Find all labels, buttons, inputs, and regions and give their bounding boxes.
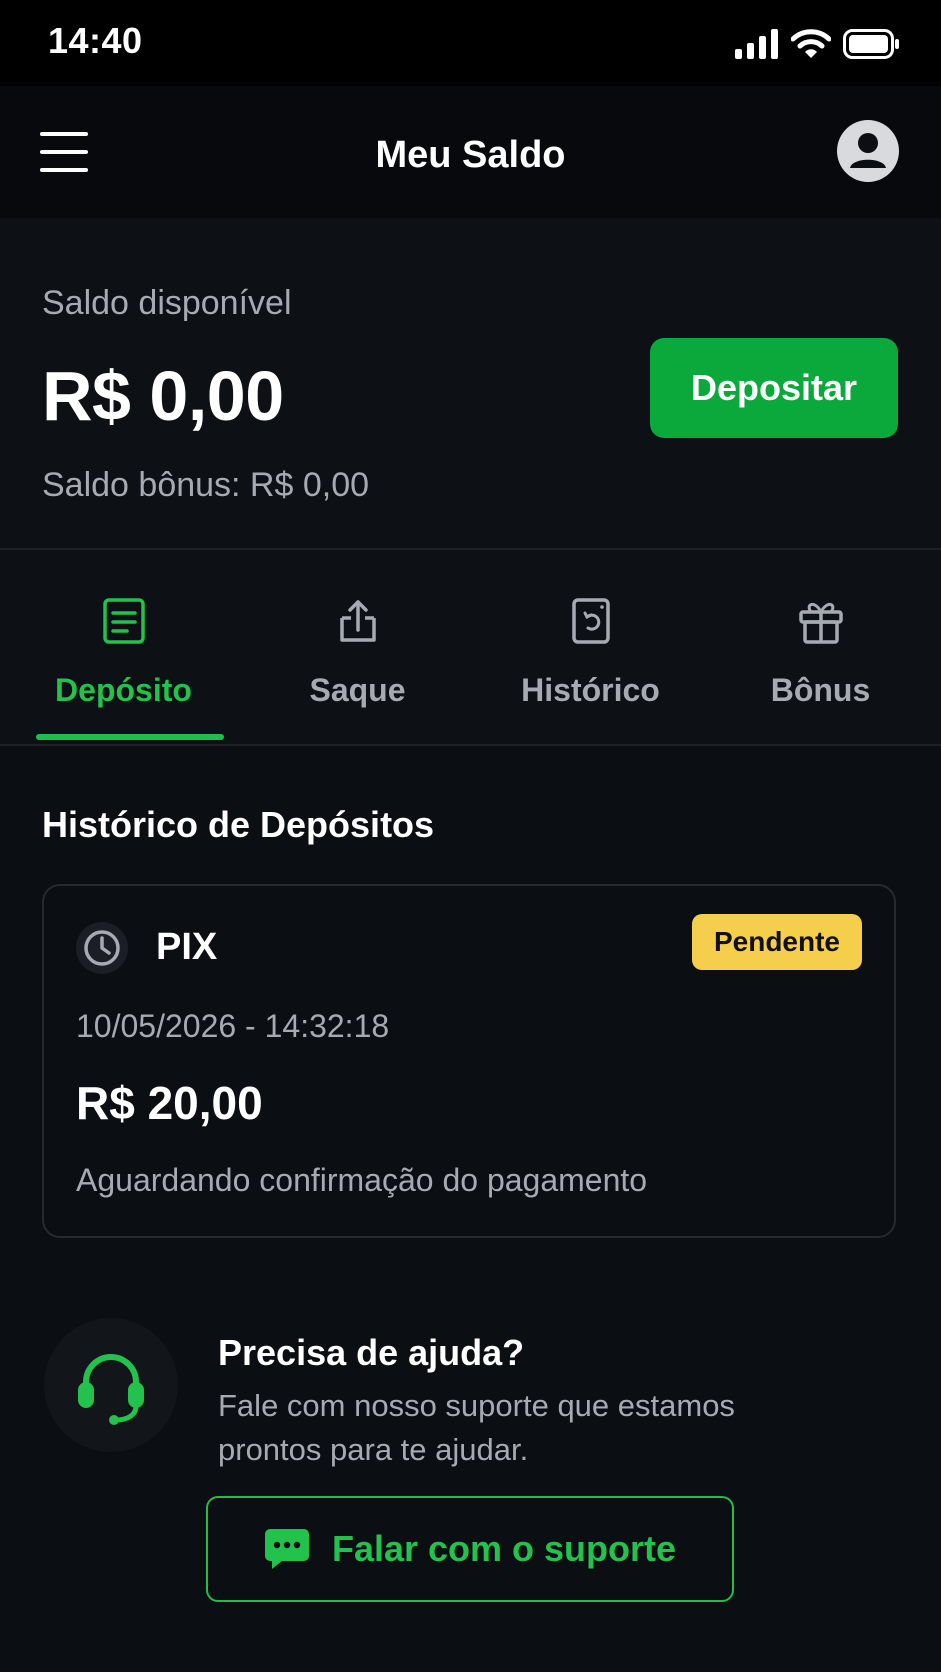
- tab-bar: Depósito Saque Histórico Bônus: [0, 550, 941, 746]
- history-doc-icon: [571, 598, 610, 644]
- app-bar: Meu Saldo: [0, 86, 941, 218]
- tab-deposito[interactable]: Depósito: [6, 550, 241, 744]
- balance-label: Saldo disponível: [42, 284, 292, 322]
- deposit-datetime: 10/05/2026 - 14:32:18: [76, 1008, 390, 1044]
- bonus-balance: Saldo bônus: R$ 0,00: [42, 466, 370, 504]
- tab-label: Saque: [309, 672, 406, 708]
- support-button[interactable]: Falar com o suporte: [206, 1496, 734, 1602]
- wifi-icon: [791, 29, 831, 58]
- signal-icon: [735, 29, 778, 59]
- status-bar: 14:40: [0, 0, 941, 86]
- balance-value: R$ 0,00: [42, 357, 284, 435]
- clock-icon: [76, 922, 128, 974]
- chat-icon: [264, 1529, 309, 1569]
- headset-icon: [44, 1318, 178, 1452]
- tab-bonus[interactable]: Bônus: [703, 550, 938, 744]
- deposit-card[interactable]: PIX Pendente 10/05/2026 - 14:32:18 R$ 20…: [42, 884, 896, 1238]
- deposit-amount: R$ 20,00: [76, 1077, 263, 1129]
- status-time: 14:40: [48, 20, 143, 61]
- tab-historico[interactable]: Histórico: [473, 550, 708, 744]
- help-title: Precisa de ajuda?: [218, 1332, 525, 1373]
- receipt-icon: [102, 598, 145, 644]
- gift-icon: [798, 603, 843, 644]
- help-text: Fale com nosso suporte que estamos pront…: [218, 1388, 735, 1467]
- active-tab-indicator: [36, 734, 224, 740]
- tab-saque[interactable]: Saque: [240, 550, 475, 744]
- tab-label: Histórico: [521, 672, 660, 708]
- section-title: Histórico de Depósitos: [42, 804, 435, 845]
- upload-icon: [339, 600, 376, 642]
- status-icons: [735, 24, 901, 64]
- status-badge: Pendente: [691, 914, 862, 970]
- deposit-status-text: Aguardando confirmação do pagamento: [76, 1162, 648, 1198]
- profile-avatar-icon[interactable]: [837, 120, 899, 182]
- battery-icon: [843, 29, 899, 59]
- balance-section: Saldo disponível R$ 0,00 Saldo bônus: R$…: [0, 218, 941, 550]
- tab-label: Depósito: [55, 672, 192, 708]
- page-title: Meu Saldo: [375, 134, 566, 176]
- deposit-button[interactable]: Depositar: [650, 338, 898, 438]
- payment-method: PIX: [156, 926, 218, 968]
- support-button-label: Falar com o suporte: [331, 1528, 677, 1569]
- tab-label: Bônus: [770, 672, 871, 708]
